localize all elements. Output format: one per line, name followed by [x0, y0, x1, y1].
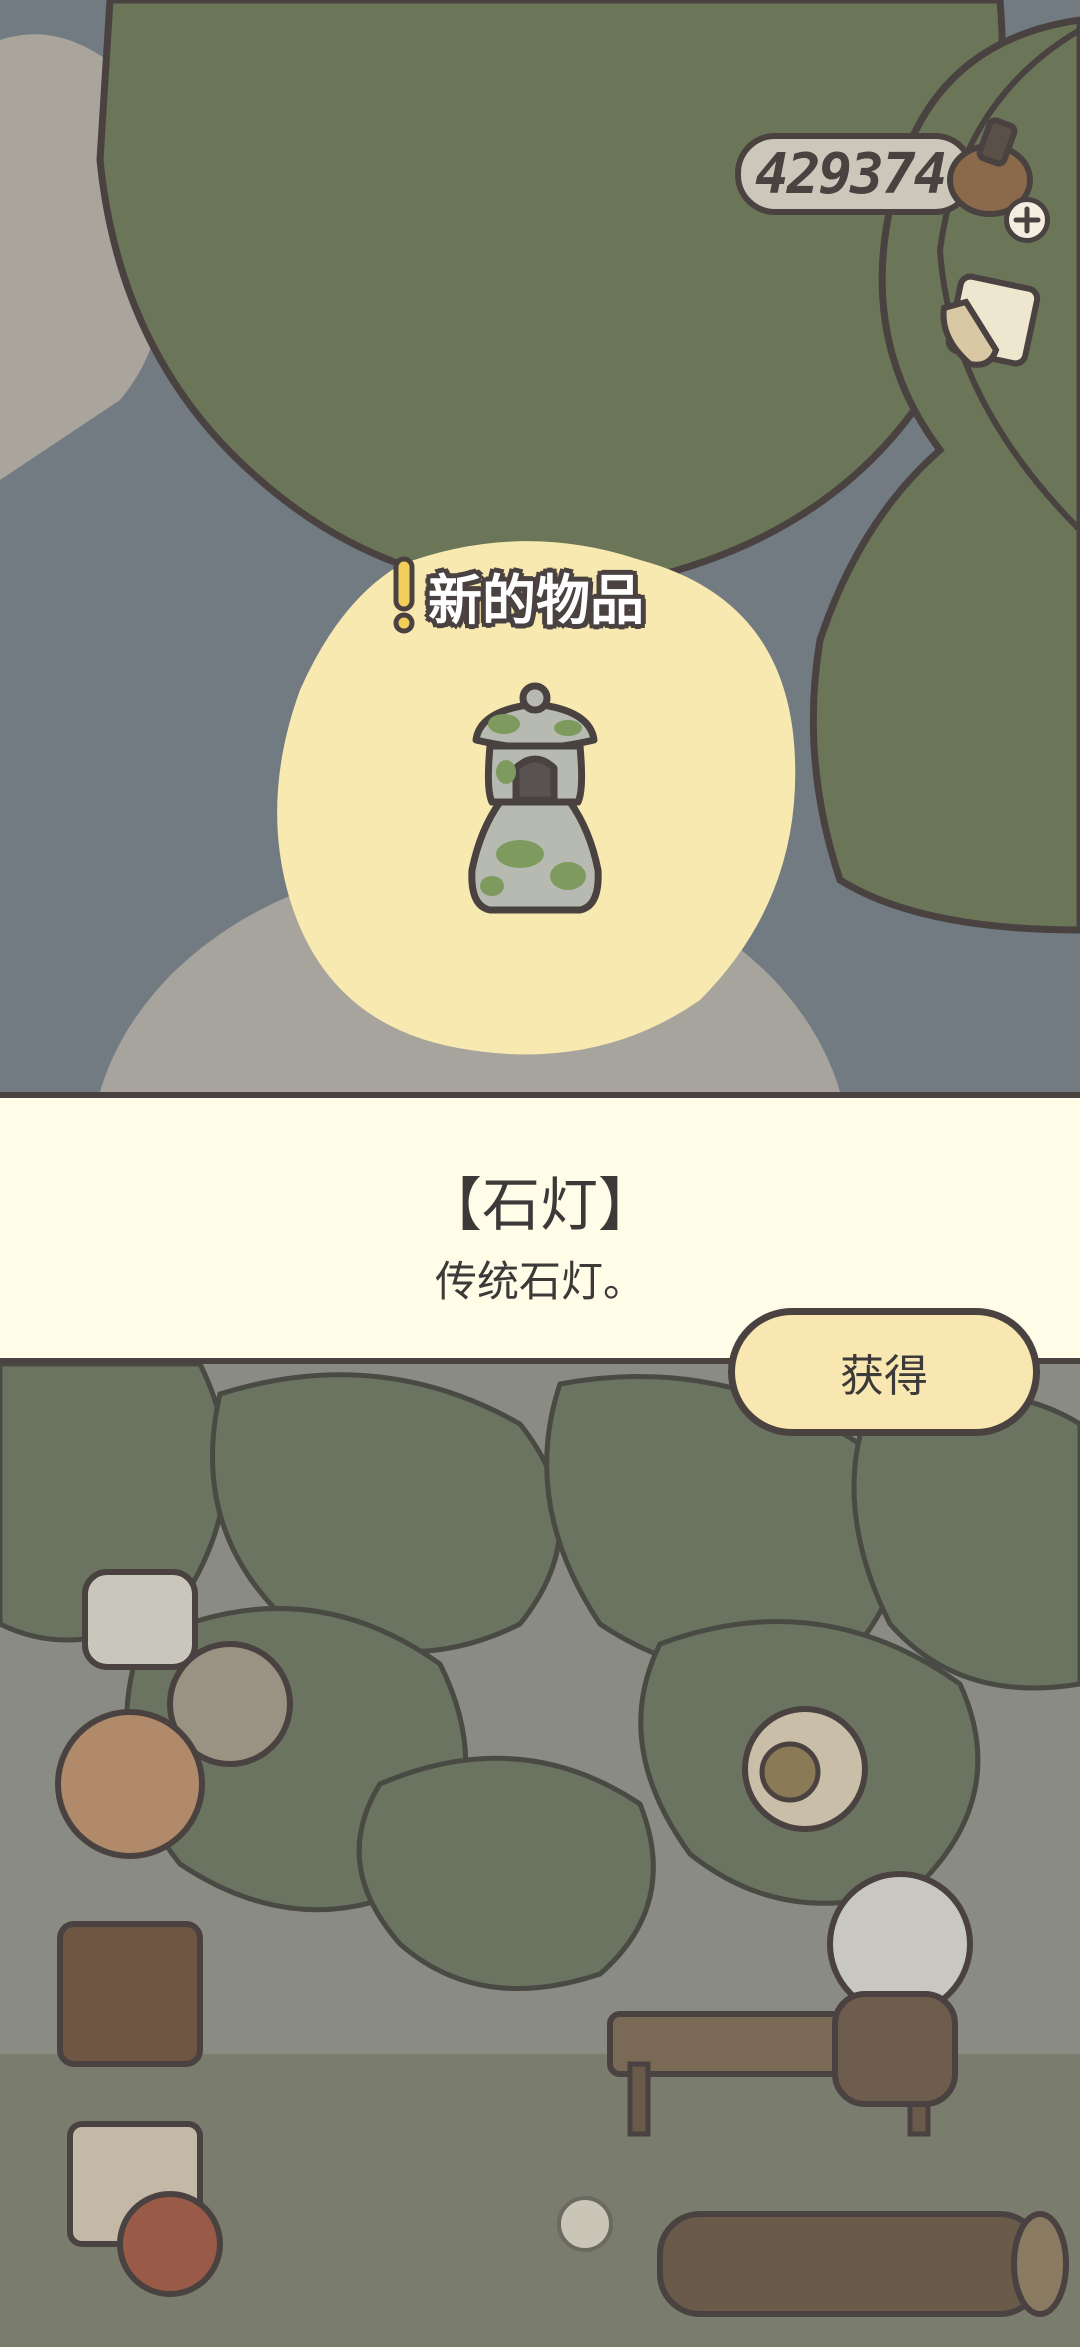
scroll-note-icon[interactable]	[930, 268, 1050, 388]
item-name: 【石灯】	[423, 1171, 656, 1239]
new-item-label: 新的物品	[428, 568, 644, 632]
stone-lantern-icon	[468, 682, 602, 914]
item-description: 传统石灯。	[434, 1257, 645, 1306]
exclamation-icon	[393, 556, 415, 634]
plus-icon	[1013, 206, 1041, 234]
scene-bottom-background	[0, 1364, 1080, 2347]
currency-value: 429374	[755, 141, 947, 207]
currency-counter[interactable]: 429374	[735, 133, 975, 215]
new-item-notice: 新的物品	[390, 555, 644, 635]
obtain-button[interactable]: 获得	[728, 1308, 1040, 1436]
add-currency-button[interactable]	[1004, 197, 1050, 243]
